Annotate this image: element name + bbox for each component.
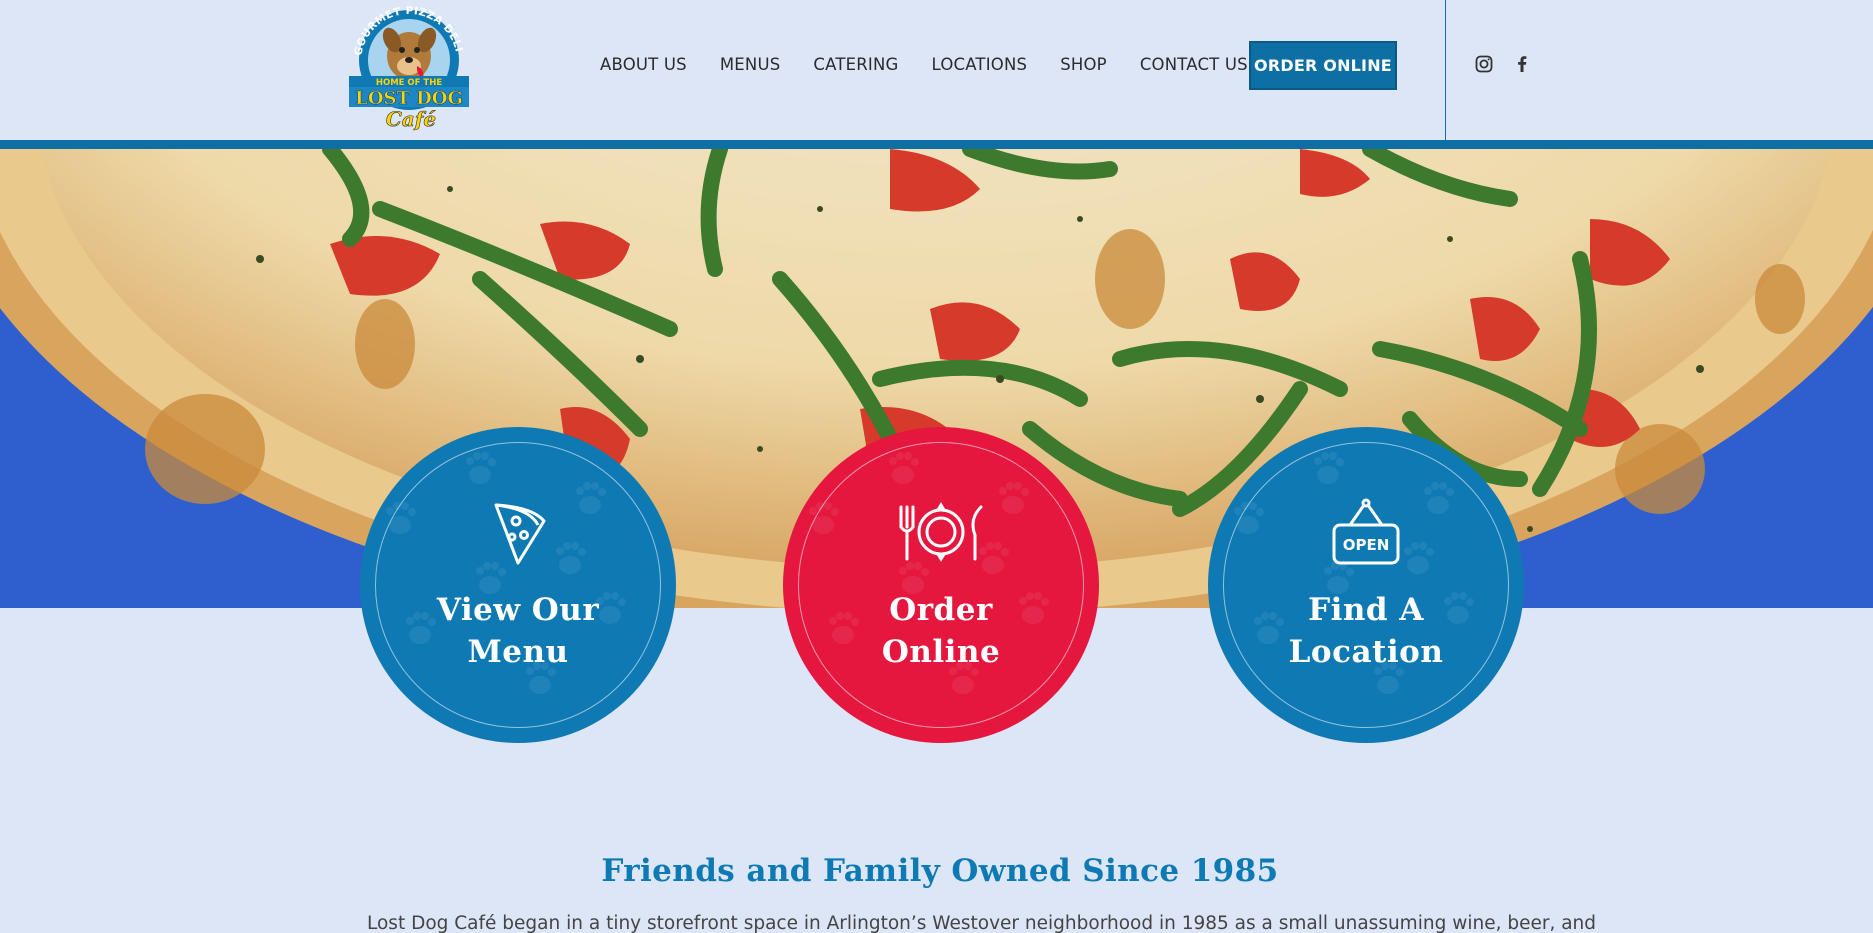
- header-accent-bar: [0, 140, 1873, 149]
- view-menu-circle[interactable]: View Our Menu: [360, 427, 676, 743]
- plate-fork-knife-icon: [891, 497, 991, 567]
- svg-text:OPEN: OPEN: [1343, 536, 1390, 554]
- nav-about-us[interactable]: ABOUT US: [600, 52, 687, 78]
- order-online-button[interactable]: ORDER ONLINE: [1249, 41, 1397, 90]
- header-divider: [1445, 0, 1446, 140]
- circle-ring: [375, 442, 661, 728]
- circle-ring: [798, 442, 1084, 728]
- order-online-circle[interactable]: Order Online: [783, 427, 1099, 743]
- find-location-circle[interactable]: OPEN Find A Location: [1208, 427, 1524, 743]
- about-heading: Friends and Family Owned Since 1985: [601, 853, 1279, 889]
- nav-shop[interactable]: SHOP: [1060, 52, 1107, 78]
- about-paragraph: Lost Dog Café began in a tiny storefront…: [367, 913, 1597, 933]
- nav-contact-us[interactable]: CONTACT US: [1140, 52, 1248, 78]
- instagram-icon[interactable]: [1474, 54, 1494, 74]
- nav-locations[interactable]: LOCATIONS: [932, 52, 1028, 78]
- open-sign-icon: OPEN: [1316, 497, 1416, 567]
- nav-menus[interactable]: MENUS: [720, 52, 781, 78]
- pizza-slice-icon: [468, 497, 568, 567]
- main-nav: ABOUT US MENUS CATERING LOCATIONS SHOP C…: [600, 52, 1281, 78]
- svg-text:HOME OF THE: HOME OF THE: [376, 78, 442, 88]
- social-links: [1474, 54, 1532, 74]
- order-online-label: Order Online: [881, 592, 1001, 670]
- view-menu-label: View Our Menu: [436, 592, 600, 670]
- lost-dog-cafe-logo[interactable]: GOURMET PIZZA DELI HOME OF THE LOST DOG …: [347, 0, 471, 132]
- find-location-label: Find A Location: [1288, 592, 1444, 670]
- svg-text:Café: Café: [386, 107, 436, 131]
- circle-ring: [1223, 442, 1509, 728]
- nav-catering[interactable]: CATERING: [813, 52, 898, 78]
- svg-text:LOST DOG: LOST DOG: [355, 88, 463, 109]
- site-header: GOURMET PIZZA DELI HOME OF THE LOST DOG …: [0, 0, 1873, 140]
- facebook-icon[interactable]: [1512, 54, 1532, 74]
